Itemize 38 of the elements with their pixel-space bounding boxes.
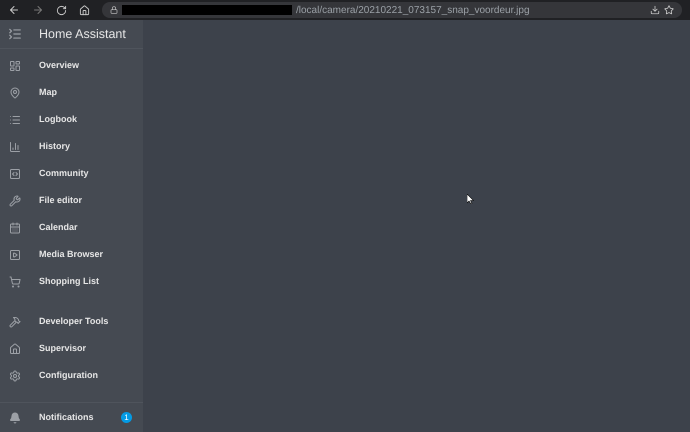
sidebar-item[interactable]: History [0,133,143,160]
forward-icon[interactable] [32,4,44,16]
url-text: /local/camera/20210221_073157_snap_voordeur.jpg [296,4,530,18]
calendar-icon [9,222,21,234]
home-icon[interactable] [79,4,90,16]
notifications-item[interactable]: Notifications 1 [0,402,143,432]
notification-badge: 1 [121,412,132,423]
map-pin-icon [9,86,21,98]
sidebar-item[interactable]: Community [0,160,143,187]
sidebar-item[interactable]: Overview [0,52,143,79]
sidebar-item[interactable]: Supervisor [0,335,143,362]
lock-icon [110,6,118,14]
bell-icon [9,412,21,424]
settings-icon [9,370,21,382]
cursor-icon [467,194,474,204]
play-icon [9,248,21,260]
sidebar-item[interactable]: Developer Tools [0,308,143,335]
star-icon[interactable] [664,5,674,15]
menu-icon[interactable] [8,27,22,41]
sidebar-item[interactable]: Calendar [0,214,143,241]
wrench-icon [9,194,21,206]
address-bar[interactable]: /local/camera/20210221_073157_snap_voordeur.jpg [102,2,682,18]
sidebar-title: Home Assistant [39,26,126,43]
hammer-icon [9,316,21,328]
sidebar-item[interactable]: Shopping List [0,268,143,295]
sidebar-item[interactable]: Map [0,79,143,106]
square-icon [9,168,21,180]
bar-chart-icon [9,140,21,152]
sidebar-item[interactable]: Configuration [0,362,143,389]
dashboard-icon [9,60,21,72]
sidebar-item[interactable]: File editor [0,187,143,214]
install-icon[interactable] [650,5,660,15]
sidebar-item[interactable]: Media Browser [0,241,143,268]
house-icon [9,342,21,354]
back-icon[interactable] [8,4,20,16]
cart-icon [9,276,21,288]
sidebar-item[interactable]: Logbook [0,106,143,133]
reload-icon[interactable] [56,4,67,16]
